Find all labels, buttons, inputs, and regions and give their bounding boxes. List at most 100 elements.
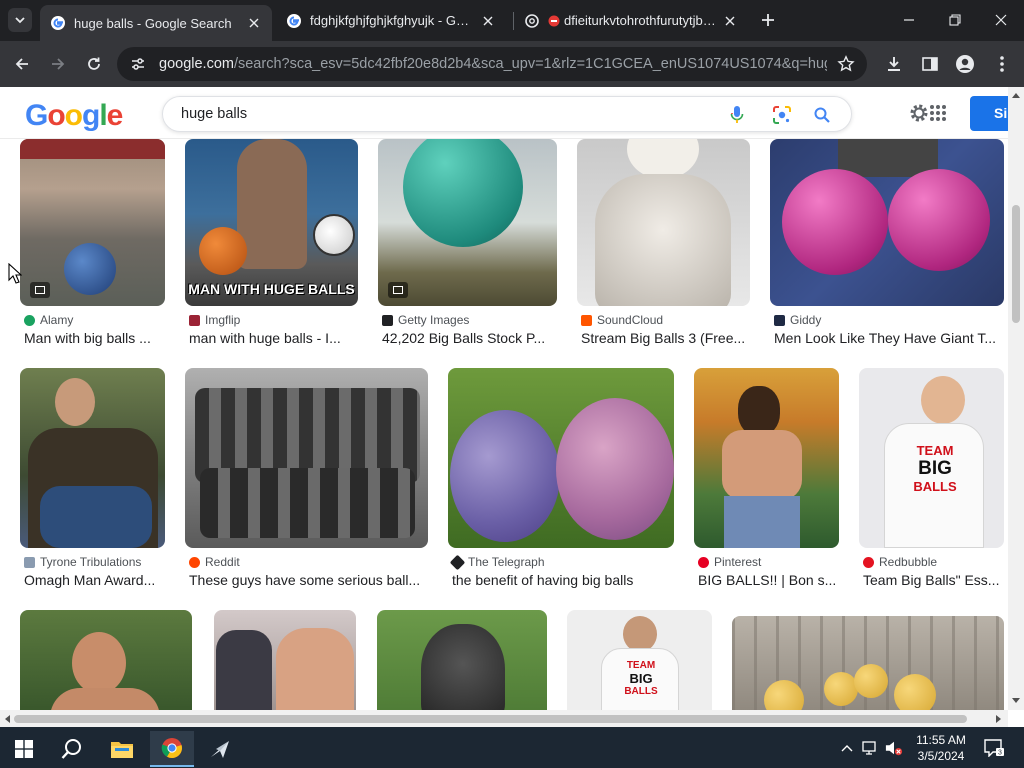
tab-google-search[interactable]: huge balls - Google Search	[40, 5, 272, 41]
source-name: Tyrone Tribulations	[40, 555, 142, 569]
result-thumbnail[interactable]	[214, 610, 356, 710]
tab-close-icon[interactable]	[246, 15, 262, 31]
close-icon	[995, 14, 1007, 26]
result-caption[interactable]: 42,202 Big Balls Stock P...	[382, 330, 556, 346]
back-button[interactable]	[8, 50, 36, 78]
result-source[interactable]: SoundCloud	[581, 313, 663, 327]
result-thumbnail[interactable]	[377, 610, 547, 710]
jeans-shape	[40, 486, 152, 548]
result-thumbnail[interactable]	[770, 139, 1004, 306]
chrome-menu-button[interactable]	[988, 50, 1016, 78]
reload-icon	[88, 57, 100, 70]
result-caption[interactable]: Team Big Balls" Ess...	[863, 572, 1003, 588]
google-favicon-icon	[287, 13, 301, 28]
result-thumbnail[interactable]	[20, 610, 192, 710]
taskbar-search-button[interactable]	[50, 731, 94, 767]
restore-button[interactable]	[940, 6, 970, 34]
tab-close-icon[interactable]	[722, 13, 738, 29]
arrow-right-icon	[52, 58, 65, 70]
horizontal-scroll-thumb[interactable]	[14, 715, 967, 723]
close-window-button[interactable]	[986, 6, 1016, 34]
lens-search-button[interactable]	[771, 104, 793, 126]
result-source[interactable]: Redbubble	[863, 555, 937, 569]
horizontal-scrollbar[interactable]	[0, 710, 1008, 727]
result-caption[interactable]: man with huge balls - I...	[189, 330, 357, 346]
result-thumbnail[interactable]	[694, 368, 839, 548]
result-caption[interactable]: Man with big balls ...	[24, 330, 164, 346]
result-thumbnail[interactable]: TEAM BIG BALLS	[859, 368, 1004, 548]
side-panel-button[interactable]	[916, 50, 944, 78]
tshirt-word: BIG	[918, 458, 952, 479]
search-submit-button[interactable]	[811, 104, 833, 126]
taskbar-file-explorer[interactable]	[100, 731, 144, 767]
taskbar-chrome[interactable]	[150, 731, 194, 767]
google-apps-grid-icon[interactable]	[928, 103, 948, 123]
result-caption[interactable]: the benefit of having big balls	[452, 572, 672, 588]
result-source[interactable]: Giddy	[774, 313, 821, 327]
result-thumbnail[interactable]: MAN WITH HUGE BALLS	[185, 139, 358, 306]
start-button[interactable]	[2, 731, 46, 767]
forward-button[interactable]	[44, 50, 72, 78]
side-panel-icon	[922, 57, 938, 71]
vertical-scroll-thumb[interactable]	[1012, 205, 1020, 323]
tab-search-button[interactable]	[8, 8, 32, 32]
result-source[interactable]: Tyrone Tribulations	[24, 555, 141, 569]
reload-button[interactable]	[80, 50, 108, 78]
address-bar[interactable]: google.com/search?sca_esv=5dc42fbf20e8d2…	[117, 47, 867, 81]
minimize-button[interactable]	[894, 6, 924, 34]
site-info-icon[interactable]	[129, 55, 147, 73]
source-favicon-icon	[863, 556, 874, 568]
clock-time: 11:55 AM	[916, 733, 966, 747]
search-input[interactable]	[181, 106, 711, 122]
source-favicon-icon	[581, 314, 592, 326]
result-thumbnail[interactable]: TEAM BIG BALLS	[567, 610, 712, 710]
new-tab-button[interactable]	[757, 9, 779, 31]
url-text[interactable]: google.com/search?sca_esv=5dc42fbf20e8d2…	[159, 56, 827, 72]
taskbar-clock[interactable]: 11:55 AM 3/5/2024	[908, 732, 974, 764]
result-source[interactable]: Reddit	[189, 555, 240, 569]
show-hidden-icons-button[interactable]	[838, 739, 856, 757]
scroll-right-arrow-icon[interactable]	[994, 714, 1004, 724]
tab-close-icon[interactable]	[480, 13, 496, 29]
jeans-shape	[724, 496, 800, 548]
profile-button[interactable]	[951, 50, 979, 78]
result-thumbnail[interactable]	[20, 139, 165, 306]
result-caption[interactable]: These guys have some serious ball...	[189, 572, 427, 588]
result-caption[interactable]: Omagh Man Award...	[24, 572, 164, 588]
notification-icon: 3	[984, 739, 1004, 757]
browser-toolbar: google.com/search?sca_esv=5dc42fbf20e8d2…	[0, 41, 1024, 87]
voice-search-button[interactable]	[726, 104, 748, 126]
result-caption[interactable]: Stream Big Balls 3 (Free...	[581, 330, 749, 346]
result-thumbnail[interactable]	[732, 616, 1004, 710]
result-thumbnail[interactable]	[577, 139, 750, 306]
result-thumbnail[interactable]	[378, 139, 557, 306]
minimize-icon	[904, 19, 914, 21]
result-caption[interactable]: BIG BALLS!! | Bon s...	[698, 572, 838, 588]
tab-google-second[interactable]: fdghjkfghjfghjkfghyujk - Google	[276, 4, 506, 37]
bookmark-star-icon[interactable]	[837, 55, 855, 73]
search-box[interactable]	[162, 96, 852, 132]
result-source[interactable]: Getty Images	[382, 313, 469, 327]
taskbar-app-pinned[interactable]	[198, 731, 242, 767]
result-source[interactable]: Imgflip	[189, 313, 240, 327]
plum-shape	[556, 398, 674, 540]
scroll-up-arrow-icon[interactable]	[1011, 90, 1021, 100]
result-thumbnail[interactable]	[20, 368, 165, 548]
scroll-down-arrow-icon[interactable]	[1011, 696, 1021, 706]
result-source[interactable]: The Telegraph	[449, 554, 545, 570]
source-name: SoundCloud	[597, 313, 664, 327]
downloads-button[interactable]	[880, 50, 908, 78]
tab-third[interactable]: dfieiturkvtohrothfurutytjbdjnfjrhyrjdjej	[514, 4, 748, 37]
result-source[interactable]: Alamy	[24, 313, 73, 327]
volume-button[interactable]	[885, 739, 903, 757]
result-thumbnail[interactable]	[185, 368, 428, 548]
action-center-button[interactable]: 3	[983, 739, 1005, 757]
source-name: Reddit	[205, 555, 240, 569]
google-logo[interactable]: Google	[25, 99, 123, 133]
scroll-left-arrow-icon[interactable]	[2, 714, 12, 724]
vertical-scrollbar[interactable]	[1008, 87, 1024, 710]
result-caption[interactable]: Men Look Like They Have Giant T...	[774, 330, 1002, 346]
network-status-button[interactable]	[862, 739, 880, 757]
result-thumbnail[interactable]	[448, 368, 674, 548]
result-source[interactable]: Pinterest	[698, 555, 761, 569]
